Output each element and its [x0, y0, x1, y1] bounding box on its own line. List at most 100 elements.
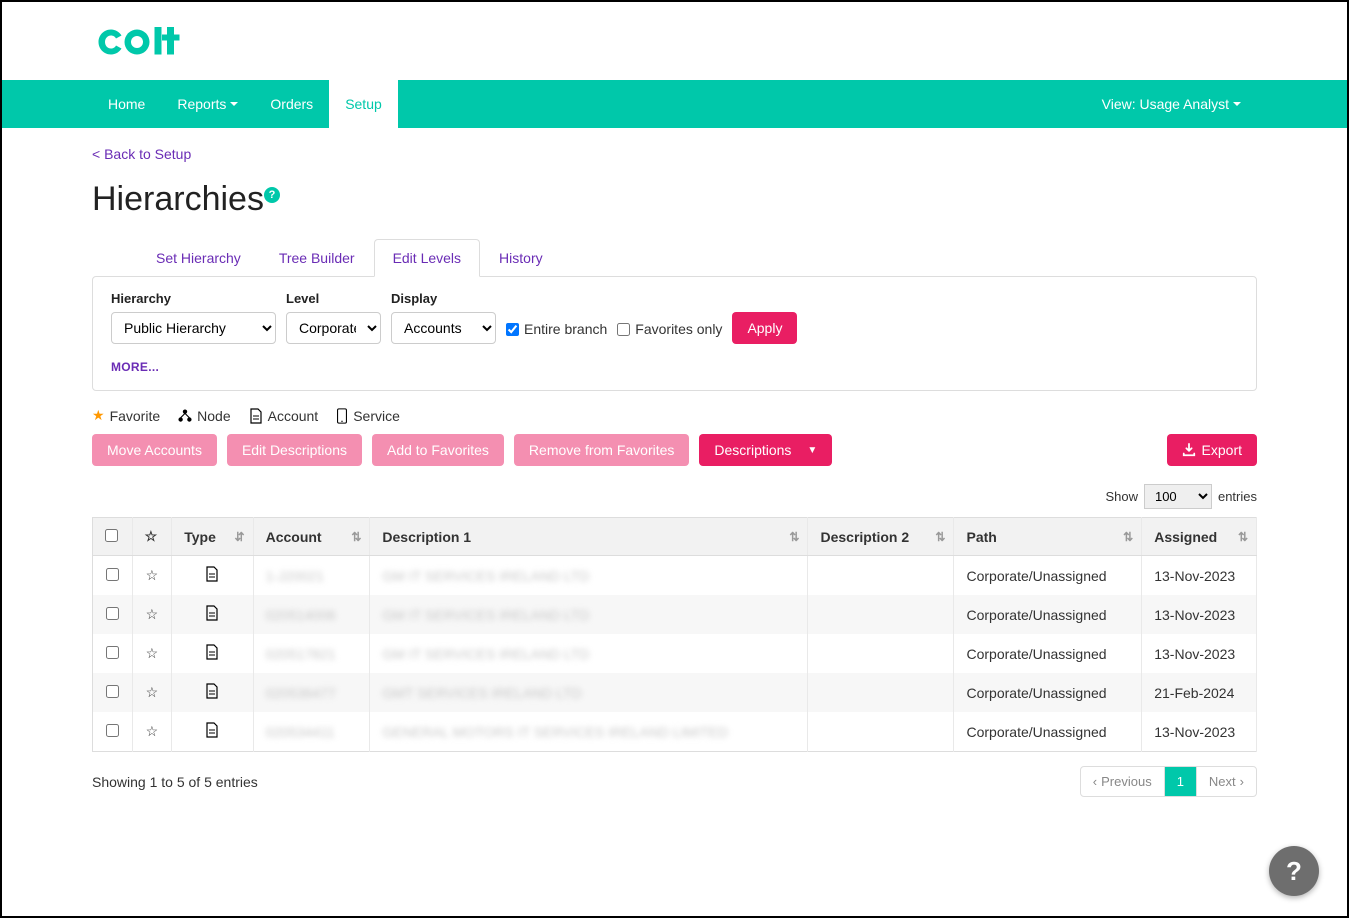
star-outline-icon[interactable]: ☆ — [146, 567, 159, 583]
cell-assigned: 13-Nov-2023 — [1142, 634, 1257, 673]
cell-desc2 — [808, 712, 954, 752]
table-row: ☆020514006GM IT SERVICES IRELAND LTDCorp… — [93, 595, 1257, 634]
nav-orders[interactable]: Orders — [254, 80, 329, 128]
hierarchy-label: Hierarchy — [111, 291, 276, 306]
level-select[interactable]: Corporate — [286, 312, 381, 344]
tabs-container: Set Hierarchy Tree Builder Edit Levels H… — [92, 239, 1257, 277]
cell-type — [172, 673, 253, 712]
legend-account-label: Account — [268, 408, 319, 424]
cell-path: Corporate/Unassigned — [954, 595, 1142, 634]
nav-reports[interactable]: Reports — [161, 80, 254, 128]
device-icon — [336, 408, 348, 424]
header-path[interactable]: Path⇅ — [954, 518, 1142, 556]
favorites-only-label: Favorites only — [635, 321, 722, 337]
display-select[interactable]: Accounts — [391, 312, 496, 344]
tab-tree-builder[interactable]: Tree Builder — [260, 239, 374, 277]
cell-type — [172, 712, 253, 752]
cell-type — [172, 556, 253, 596]
star-outline-icon[interactable]: ☆ — [146, 606, 159, 622]
descriptions-button[interactable]: Descriptions ▼ — [699, 434, 832, 466]
select-all-checkbox[interactable] — [105, 529, 118, 542]
help-icon[interactable]: ? — [264, 187, 280, 203]
edit-descriptions-button[interactable]: Edit Descriptions — [227, 434, 362, 466]
previous-button[interactable]: ‹Previous — [1081, 767, 1165, 796]
row-checkbox[interactable] — [106, 685, 119, 698]
header-type[interactable]: Type⇵ — [172, 518, 253, 556]
star-outline-icon: ☆ — [145, 528, 158, 544]
legend-account: Account — [249, 408, 319, 424]
star-outline-icon[interactable]: ☆ — [146, 684, 159, 700]
export-button[interactable]: Export — [1167, 434, 1257, 466]
table-row: ☆020536477GMT SERVICES IRELAND LTDCorpor… — [93, 673, 1257, 712]
cell-account: 020517821 — [266, 646, 336, 662]
table-row: ☆ 020517821 GM IT SERVICES IRELAND LTD Corp… — [93, 634, 1257, 673]
document-icon — [249, 408, 263, 424]
show-label-post: entries — [1218, 489, 1257, 504]
chevron-down-icon: ▼ — [807, 445, 817, 456]
tab-edit-levels[interactable]: Edit Levels — [374, 239, 480, 277]
header-desc2[interactable]: Description 2⇅ — [808, 518, 954, 556]
header-account[interactable]: Account⇅ — [253, 518, 370, 556]
back-to-setup-link[interactable]: < Back to Setup — [92, 146, 191, 162]
entire-branch-checkbox[interactable] — [506, 323, 519, 336]
more-filters-link[interactable]: MORE... — [111, 360, 1238, 374]
star-outline-icon[interactable]: ☆ — [146, 723, 159, 739]
tab-set-hierarchy[interactable]: Set Hierarchy — [137, 239, 260, 277]
nav-view-selector[interactable]: View: Usage Analyst — [1086, 80, 1257, 128]
sort-icon: ⇅ — [935, 530, 945, 544]
legend-service-label: Service — [353, 408, 400, 424]
header-star: ☆ — [132, 518, 172, 556]
apply-button[interactable]: Apply — [732, 312, 797, 344]
show-label-pre: Show — [1105, 489, 1138, 504]
star-outline-icon[interactable]: ☆ — [146, 645, 159, 661]
help-fab[interactable]: ? — [1269, 846, 1319, 896]
cell-assigned: 13-Nov-2023 — [1142, 712, 1257, 752]
tab-history[interactable]: History — [480, 239, 562, 277]
descriptions-label: Descriptions — [714, 442, 791, 458]
download-icon — [1182, 443, 1196, 457]
cell-account: 1-J20021 — [266, 568, 324, 584]
cell-type — [172, 634, 253, 673]
sort-icon: ⇅ — [351, 530, 361, 544]
nav-home[interactable]: Home — [92, 80, 161, 128]
sort-icon: ⇅ — [1238, 530, 1248, 544]
cell-type — [172, 595, 253, 634]
row-checkbox[interactable] — [106, 646, 119, 659]
row-checkbox[interactable] — [106, 607, 119, 620]
brand-logo — [92, 22, 187, 62]
table-footer: Showing 1 to 5 of 5 entries ‹Previous 1 … — [92, 766, 1257, 797]
show-entries-control: Show 100 entries — [92, 484, 1257, 509]
show-entries-select[interactable]: 100 — [1144, 484, 1212, 509]
header-assigned[interactable]: Assigned⇅ — [1142, 518, 1257, 556]
cell-desc2 — [808, 556, 954, 596]
cell-path: Corporate/Unassigned — [954, 634, 1142, 673]
cell-desc2 — [808, 595, 954, 634]
legend: ★Favorite Node Account Service — [92, 407, 1257, 424]
legend-node-label: Node — [197, 408, 230, 424]
row-checkbox[interactable] — [106, 724, 119, 737]
document-icon — [205, 605, 219, 621]
main-nav: Home Reports Orders Setup View: Usage An… — [2, 80, 1347, 128]
move-accounts-button[interactable]: Move Accounts — [92, 434, 217, 466]
favorites-only-checkbox[interactable] — [617, 323, 630, 336]
legend-favorite: ★Favorite — [92, 407, 160, 424]
page-1-button[interactable]: 1 — [1165, 767, 1197, 796]
nav-reports-label: Reports — [177, 96, 226, 112]
add-to-favorites-button[interactable]: Add to Favorites — [372, 434, 504, 466]
chevron-down-icon — [230, 102, 238, 106]
entire-branch-label: Entire branch — [524, 321, 607, 337]
next-button[interactable]: Next› — [1197, 767, 1256, 796]
cell-desc2 — [808, 634, 954, 673]
hierarchy-select[interactable]: Public Hierarchy — [111, 312, 276, 344]
pager: ‹Previous 1 Next› — [1080, 766, 1257, 797]
remove-from-favorites-button[interactable]: Remove from Favorites — [514, 434, 689, 466]
nav-setup[interactable]: Setup — [329, 80, 398, 128]
cell-desc2 — [808, 673, 954, 712]
cell-desc1: GM IT SERVICES IRELAND LTD — [382, 646, 589, 662]
sort-icon: ⇅ — [1123, 530, 1133, 544]
cell-path: Corporate/Unassigned — [954, 712, 1142, 752]
header-desc1[interactable]: Description 1⇅ — [370, 518, 808, 556]
cell-desc1: GM IT SERVICES IRELAND LTD — [382, 607, 589, 623]
row-checkbox[interactable] — [106, 568, 119, 581]
page-title-text: Hierarchies — [92, 180, 264, 218]
